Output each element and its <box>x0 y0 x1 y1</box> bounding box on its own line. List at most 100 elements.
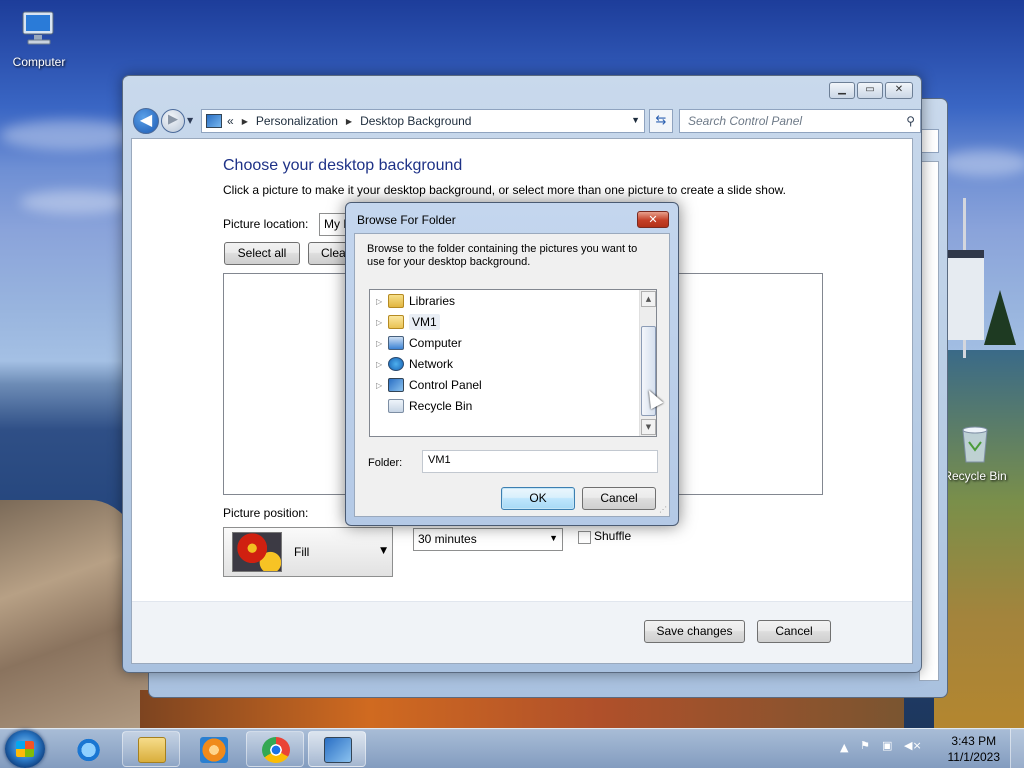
address-bar[interactable]: « ▶ Personalization ▶ Desktop Background… <box>201 109 645 133</box>
folder-label: Folder: <box>368 457 403 469</box>
taskbar-media-player[interactable] <box>184 731 242 767</box>
picture-position-label: Picture position: <box>223 506 309 520</box>
position-preview-thumbnail <box>232 532 282 572</box>
show-desktop-button[interactable] <box>1010 729 1024 768</box>
back-arrow-icon: ◀ <box>139 110 153 129</box>
dialog-body: Browse to the folder containing the pict… <box>354 233 670 517</box>
refresh-icon: ⇆ <box>655 113 667 128</box>
save-changes-button[interactable]: Save changes <box>644 620 745 643</box>
cancel-button[interactable]: Cancel <box>757 620 831 643</box>
folder-tree[interactable]: ▷ Libraries ▷ VM1 ▷ Computer ▷ Network ▷ <box>369 289 657 437</box>
taskbar-chrome[interactable] <box>246 731 304 767</box>
network-status-icon[interactable]: ▣ <box>882 739 892 752</box>
tree-item-label: Network <box>409 357 454 371</box>
dialog-title: Browse For Folder <box>357 213 456 227</box>
expand-arrow-icon[interactable]: ▷ <box>376 339 386 348</box>
folder-icon <box>138 737 166 763</box>
page-title: Choose your desktop background <box>223 157 463 174</box>
shuffle-label: Shuffle <box>594 529 632 543</box>
clock-date: 11/1/2023 <box>947 750 1001 764</box>
taskbar: ▲ ⚑ ▣ ◀× 3:43 PM 11/1/2023 <box>0 728 1024 768</box>
dialog-close-button[interactable]: ✕ <box>637 211 669 228</box>
libraries-icon <box>388 294 404 308</box>
chevron-down-icon: ▼ <box>549 533 558 543</box>
tree-item-control-panel[interactable]: ▷ Control Panel <box>376 375 482 395</box>
picture-position-value: Fill <box>294 545 310 559</box>
tree-item-vm1[interactable]: ▷ VM1 <box>376 312 440 332</box>
ok-button[interactable]: OK <box>501 487 575 510</box>
tree-item-label: Computer <box>409 336 462 350</box>
select-all-button[interactable]: Select all <box>224 242 300 265</box>
taskbar-internet-explorer[interactable] <box>60 731 118 767</box>
footer-bar: Save changes Cancel <box>132 601 912 663</box>
tree-item-network[interactable]: ▷ Network <box>376 354 453 374</box>
navigation-bar: ◀ ▶ ▼ « ▶ Personalization ▶ Desktop Back… <box>131 106 921 136</box>
internet-explorer-icon <box>76 737 104 763</box>
desktop-icon-label: Recycle Bin <box>943 469 1007 483</box>
control-panel-icon <box>324 737 352 763</box>
expand-arrow-icon[interactable]: ▷ <box>376 360 386 369</box>
forward-button[interactable]: ▶ <box>161 109 185 133</box>
resize-grip-icon[interactable]: ⋰ <box>659 505 667 514</box>
search-input[interactable]: Search Control Panel ⚲ <box>679 109 921 133</box>
close-icon: ✕ <box>648 213 658 226</box>
picture-position-select[interactable]: Fill ▼ <box>223 527 393 577</box>
cloud <box>20 190 130 214</box>
breadcrumb-personalization[interactable]: Personalization <box>256 114 338 128</box>
tree-item-libraries[interactable]: ▷ Libraries <box>376 291 455 311</box>
chrome-icon <box>262 737 290 763</box>
breadcrumb-separator-icon[interactable]: ▶ <box>242 117 248 126</box>
background-window-search <box>919 129 939 153</box>
back-button[interactable]: ◀ <box>133 108 159 134</box>
browse-for-folder-dialog: Browse For Folder ✕ Browse to the folder… <box>345 202 679 526</box>
refresh-button[interactable]: ⇆ <box>649 109 673 133</box>
change-interval-select[interactable]: 30 minutes ▼ <box>413 528 563 551</box>
taskbar-file-explorer[interactable] <box>122 731 180 767</box>
close-button[interactable]: ✕ <box>885 82 913 99</box>
computer-icon <box>388 336 404 350</box>
taskbar-control-panel[interactable] <box>308 731 366 767</box>
tree-item-label: VM1 <box>409 314 440 330</box>
media-player-icon <box>200 737 228 763</box>
dialog-message: Browse to the folder containing the pict… <box>367 243 638 268</box>
volume-muted-icon[interactable]: ◀× <box>904 739 922 752</box>
address-overflow-chevron[interactable]: « <box>227 114 234 128</box>
start-button[interactable] <box>5 730 45 768</box>
system-tray: ▲ ⚑ ▣ ◀× 3:43 PM 11/1/2023 <box>834 729 1024 768</box>
scroll-up-button[interactable]: ▲ <box>641 291 656 307</box>
control-panel-icon <box>388 378 404 392</box>
minimize-button[interactable]: ▁ <box>829 82 855 99</box>
picture-location-label: Picture location: <box>223 217 309 231</box>
expand-arrow-icon[interactable]: ▷ <box>376 297 386 306</box>
folder-field[interactable]: VM1 <box>422 450 658 473</box>
maximize-button[interactable]: ▭ <box>857 82 883 99</box>
change-interval-value: 30 minutes <box>418 532 477 546</box>
search-placeholder: Search Control Panel <box>688 114 803 128</box>
expand-arrow-icon[interactable]: ▷ <box>376 318 386 327</box>
dialog-cancel-button[interactable]: Cancel <box>582 487 656 510</box>
address-dropdown-icon[interactable]: ▼ <box>631 115 640 125</box>
tree-item-label: Control Panel <box>409 378 482 392</box>
tree-item-label: Recycle Bin <box>409 399 473 413</box>
desktop-icon-label: Computer <box>12 55 66 69</box>
user-folder-icon <box>388 315 404 329</box>
control-panel-icon <box>206 114 222 128</box>
recycle-bin-icon <box>953 422 997 466</box>
recent-pages-dropdown[interactable]: ▼ <box>187 116 193 125</box>
tree-item-computer[interactable]: ▷ Computer <box>376 333 462 353</box>
scroll-down-button[interactable]: ▼ <box>641 419 656 435</box>
network-icon <box>388 357 404 371</box>
clock[interactable]: 3:43 PM 11/1/2023 <box>948 733 1001 765</box>
expand-arrow-icon[interactable]: ▷ <box>376 381 386 390</box>
show-hidden-icons-icon[interactable]: ▲ <box>840 741 848 754</box>
chevron-down-icon: ▼ <box>380 546 387 556</box>
desktop-icon-computer[interactable]: Computer <box>0 8 78 69</box>
clock-time: 3:43 PM <box>951 734 997 748</box>
recycle-bin-icon <box>388 399 404 413</box>
breadcrumb-desktop-background[interactable]: Desktop Background <box>360 114 471 128</box>
tree-scrollbar[interactable]: ▲ ▼ <box>639 290 656 436</box>
shuffle-checkbox[interactable] <box>578 531 591 544</box>
action-center-icon[interactable]: ⚑ <box>860 739 870 752</box>
breadcrumb-separator-icon[interactable]: ▶ <box>346 117 352 126</box>
tree-item-recycle-bin[interactable]: Recycle Bin <box>376 396 472 416</box>
